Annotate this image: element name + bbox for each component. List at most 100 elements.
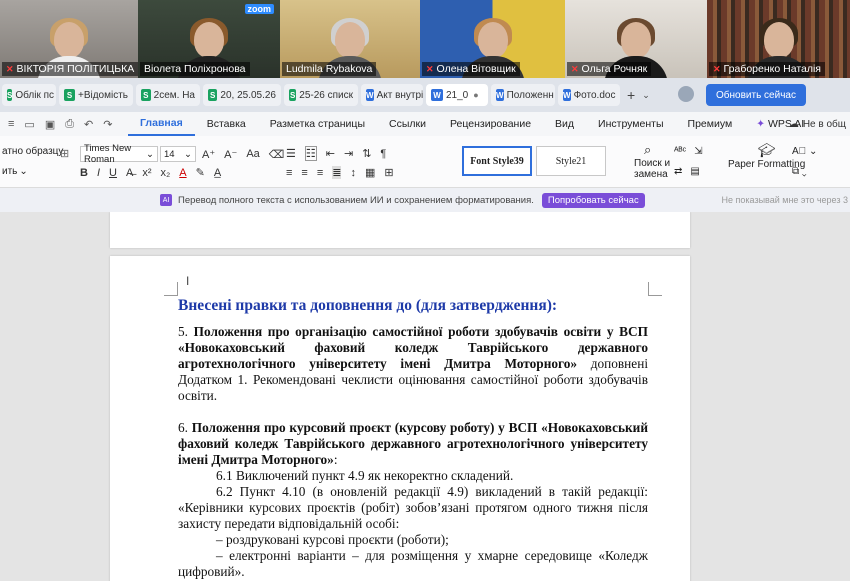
underline-icon[interactable]: U: [109, 167, 117, 179]
font-color-icon[interactable]: A: [179, 167, 186, 179]
menu-tab-insert[interactable]: Вставка: [195, 112, 258, 136]
undo-icon[interactable]: ↶: [84, 118, 93, 131]
document-body[interactable]: Внесені правки та доповнення до (для зат…: [178, 298, 648, 580]
avatar[interactable]: [678, 86, 694, 102]
bold-icon[interactable]: B: [80, 167, 88, 179]
close-icon[interactable]: ●: [473, 90, 478, 100]
format-painter-icon[interactable]: ⊞: [60, 147, 69, 160]
decrease-font-icon[interactable]: A⁻: [224, 148, 237, 161]
borders-icon[interactable]: ⊞: [384, 166, 393, 179]
tab-document[interactable]: S 20, 25.05.26: [203, 84, 281, 106]
mic-muted-icon: ✕: [713, 63, 721, 74]
dont-show-link[interactable]: Не показывай мне это через 3: [722, 195, 848, 205]
print-icon[interactable]: ⎙: [65, 118, 74, 131]
paragraph-item-6: 6. Положення про курсовий проєкт (курсов…: [178, 420, 648, 467]
mic-muted-icon: ✕: [571, 63, 579, 74]
highlight-icon[interactable]: ✎: [196, 166, 205, 179]
align-right-icon[interactable]: ≡: [317, 167, 323, 179]
mic-muted-icon: ✕: [6, 63, 14, 74]
superscript-icon[interactable]: x²: [142, 167, 151, 179]
participant-tile-active-speaker[interactable]: zoom Віолета Поліхронова: [138, 0, 280, 78]
tab-document[interactable]: S 25-26 списк: [284, 84, 358, 106]
spellcheck-icon[interactable]: ᴬᴮᶜ: [674, 146, 686, 157]
participant-name-label: Віолета Поліхронова: [140, 62, 250, 76]
style-preset-style21[interactable]: Style21: [536, 146, 606, 176]
tab-document[interactable]: S Облік пс: [2, 84, 56, 106]
shading-icon[interactable]: ▦: [365, 166, 375, 179]
increase-font-icon[interactable]: A⁺: [202, 148, 215, 161]
quick-access-toolbar: ≡ ▭ ▣ ⎙ ↶ ↷: [0, 118, 128, 131]
format-painter-button[interactable]: атно образцу: [2, 146, 63, 157]
style-preset-font-style39[interactable]: Font Style39: [462, 146, 532, 176]
increase-indent-icon[interactable]: ⇥: [344, 147, 353, 160]
tab-document[interactable]: S 2сем. На: [136, 84, 200, 106]
decrease-indent-icon[interactable]: ⇤: [326, 147, 335, 160]
bullet-item: – роздруковані курсові проєкти (роботи);: [216, 532, 449, 547]
show-marks-icon[interactable]: ¶: [380, 148, 386, 160]
sort-icon[interactable]: ⇅: [362, 147, 371, 160]
text-direction-icon[interactable]: A⃝ ⌄: [792, 146, 817, 157]
word-count-icon[interactable]: ▤: [690, 166, 699, 177]
participant-tile[interactable]: Ludmila Rybakova: [280, 0, 420, 78]
tab-document[interactable]: W Акт внутрі: [361, 84, 423, 106]
graduation-cap-icon: 🎓︎: [757, 142, 776, 158]
chevron-down-icon[interactable]: ⌄: [642, 90, 650, 101]
save-icon[interactable]: ▣: [45, 118, 55, 131]
numbered-list-icon[interactable]: ☷: [304, 146, 317, 161]
document-canvas[interactable]: I Внесені правки та доповнення до (для з…: [0, 212, 850, 581]
screen: ✕ ВІКТОРІЯ ПОЛІТИЦЬКА zoom Віолета Поліхр…: [0, 0, 850, 581]
strikethrough-icon[interactable]: A̶: [126, 167, 133, 179]
bullet-list-icon[interactable]: ☰: [286, 147, 296, 160]
document-page[interactable]: I Внесені правки та доповнення до (для з…: [110, 256, 690, 581]
menu-tab-premium[interactable]: Премиум: [676, 112, 745, 136]
translate-icon[interactable]: ⇄: [674, 166, 682, 177]
new-tab-plus-icon[interactable]: +: [627, 87, 635, 103]
menu-tab-view[interactable]: Вид: [543, 112, 586, 136]
char-shading-icon[interactable]: A̲: [214, 167, 221, 179]
italic-icon[interactable]: I: [97, 167, 100, 179]
arrange-icon[interactable]: ⧉ ⌄: [792, 166, 807, 177]
bullet-item: – електронні варіанти – для розміщення у…: [178, 548, 648, 579]
spreadsheet-icon: S: [208, 89, 218, 101]
chevron-down-icon: ⌄: [146, 148, 154, 160]
chevron-down-icon: ⌄: [19, 166, 28, 177]
find-replace-button[interactable]: ⌕ Поиск и замена: [634, 142, 670, 180]
select-icon[interactable]: ⇲: [694, 146, 702, 157]
participant-tile[interactable]: ✕ Олена Вітовщик: [420, 0, 565, 78]
font-family-select[interactable]: Times New Roman ⌄: [80, 143, 158, 165]
paragraph-6-2: 6.2 Пункт 4.10 (в оновленій редакції 4.9…: [178, 484, 648, 531]
line-spacing-icon[interactable]: ↕: [350, 167, 356, 179]
word-doc-icon: W: [431, 89, 443, 101]
menu-tab-home[interactable]: Главная: [128, 112, 195, 136]
menu-icon[interactable]: ≡: [8, 118, 14, 131]
change-case-icon[interactable]: Aa: [246, 148, 259, 160]
tab-document[interactable]: S +Відомість: [59, 84, 133, 106]
clear-format-icon[interactable]: ⌫: [269, 148, 285, 161]
participant-tile[interactable]: ✕ Граборенко Наталія: [707, 0, 850, 78]
tab-document[interactable]: W Положенн: [491, 84, 555, 106]
folder-icon[interactable]: ▭: [24, 118, 34, 131]
spreadsheet-icon: S: [289, 89, 297, 101]
menu-tab-tools[interactable]: Инструменты: [586, 112, 675, 136]
participant-tile[interactable]: ✕ ВІКТОРІЯ ПОЛІТИЦЬКА: [0, 0, 138, 78]
ai-badge-icon: AI: [160, 194, 172, 206]
align-left-icon[interactable]: ≡: [286, 167, 292, 179]
share-status[interactable]: ☁ Не в общ: [789, 112, 846, 136]
tab-document[interactable]: W Фото.doc: [558, 84, 620, 106]
redo-icon[interactable]: ↷: [103, 118, 112, 131]
document-page-previous: [110, 212, 690, 248]
font-size-select[interactable]: 14 ⌄: [160, 146, 196, 162]
menu-tab-review[interactable]: Рецензирование: [438, 112, 543, 136]
video-participants-strip: ✕ ВІКТОРІЯ ПОЛІТИЦЬКА zoom Віолета Поліхр…: [0, 0, 850, 78]
tab-document-active[interactable]: W 21_0 ●: [426, 84, 488, 106]
participant-name-label: ✕ ВІКТОРІЯ ПОЛІТИЦЬКА: [2, 62, 138, 76]
clear-button[interactable]: ить ⌄: [2, 166, 28, 177]
menu-tab-references[interactable]: Ссылки: [377, 112, 438, 136]
subscript-icon[interactable]: x₂: [160, 167, 170, 179]
update-now-button[interactable]: Обновить сейчас: [706, 84, 806, 106]
menu-tab-layout[interactable]: Разметка страницы: [258, 112, 377, 136]
participant-tile[interactable]: ✕ Ольга Рочняк: [565, 0, 707, 78]
align-justify-icon[interactable]: ≣: [332, 166, 342, 179]
try-now-button[interactable]: Попробовать сейчас: [541, 192, 645, 208]
align-center-icon[interactable]: ≡: [301, 167, 307, 179]
